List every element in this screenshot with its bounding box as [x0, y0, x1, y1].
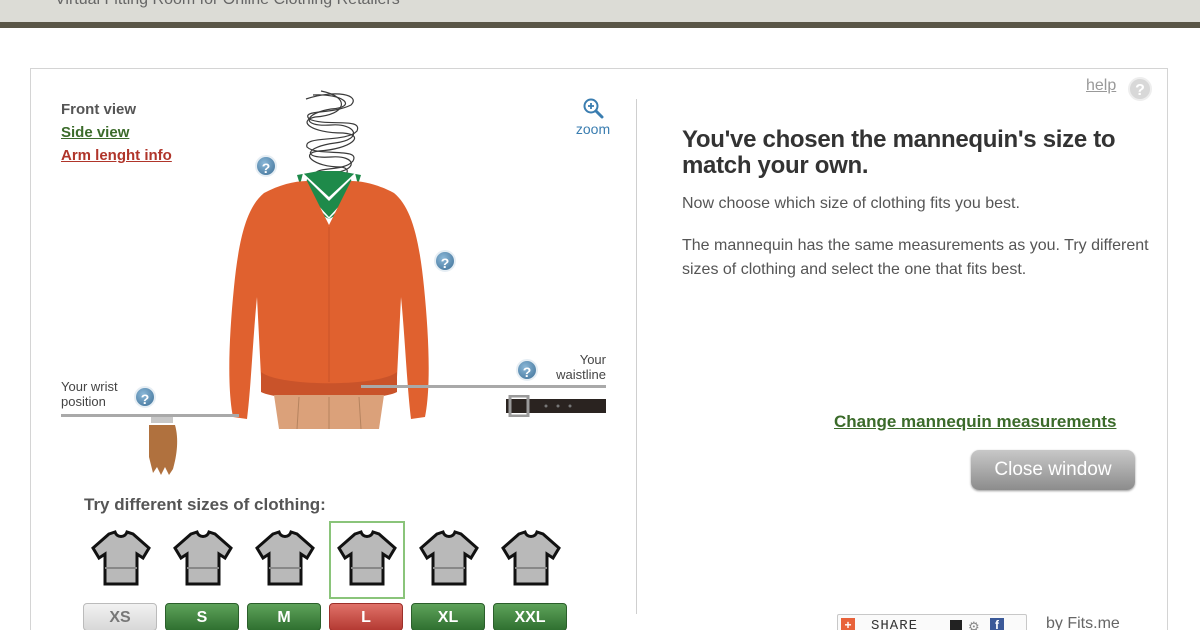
size-option[interactable]: XXL [493, 521, 569, 630]
size-button-xs[interactable]: XS [83, 603, 157, 630]
panel-divider [636, 99, 637, 614]
size-option[interactable]: M [247, 521, 323, 630]
facebook-icon[interactable]: f [990, 618, 1004, 630]
shirt-icon [91, 530, 151, 586]
size-button-xxl[interactable]: XXL [493, 603, 567, 630]
top-banner: Virtual Fitting Room for Online Clothing… [0, 0, 1200, 28]
powered-by-label: by Fits.me [1046, 615, 1120, 630]
sizes-title: Try different sizes of clothing: [84, 495, 326, 514]
info-headline: You've chosen the mannequin's size to ma… [682, 126, 1116, 179]
size-button-xl[interactable]: XL [411, 603, 485, 630]
addthis-plus-icon: + [841, 618, 855, 630]
info-instruction: Now choose which size of clothing fits y… [682, 195, 1020, 212]
size-button-s[interactable]: S [165, 603, 239, 630]
shirt-icon [337, 530, 397, 586]
shirt-icon [255, 530, 315, 586]
chest-help-icon[interactable]: ? [434, 250, 456, 272]
share-label: SHARE [871, 618, 919, 630]
shirt-icon [173, 530, 233, 586]
shirt-thumbnail-selected[interactable] [329, 521, 405, 599]
digg-icon[interactable]: ⚙ [968, 619, 980, 630]
size-button-l[interactable]: L [329, 603, 403, 630]
shirt-thumbnail[interactable] [247, 521, 323, 599]
waistline-indicator-line [361, 385, 606, 388]
shirt-thumbnail[interactable] [83, 521, 159, 599]
delicious-icon[interactable] [950, 620, 962, 630]
help-icon[interactable]: ? [1128, 77, 1152, 101]
size-option[interactable]: S [165, 521, 241, 630]
size-option[interactable]: XL [411, 521, 487, 630]
zoom-label: zoom [575, 121, 611, 137]
size-option[interactable]: XS [83, 521, 159, 630]
wrist-position-label: Your wrist position [61, 379, 118, 409]
share-button[interactable]: + SHARE ⚙ f [837, 614, 1027, 630]
mannequin-hand [149, 417, 178, 475]
shirt-icon [419, 530, 479, 586]
shirt-thumbnail[interactable] [493, 521, 569, 599]
change-measurements-link[interactable]: Change mannequin measurements [834, 412, 1116, 432]
mannequin-sweater [229, 171, 429, 430]
help-link[interactable]: help [1086, 77, 1116, 95]
shirt-icon [501, 530, 561, 586]
fitting-room-panel: Front view Side view Arm lenght info zoo… [30, 68, 1168, 630]
waist-help-icon[interactable]: ? [516, 359, 538, 381]
banner-title: Virtual Fitting Room for Online Clothing… [55, 0, 400, 9]
wrist-help-icon[interactable]: ? [134, 386, 156, 408]
belt-image [506, 395, 606, 417]
shirt-thumbnail[interactable] [165, 521, 241, 599]
side-view-link[interactable]: Side view [61, 124, 172, 141]
size-option-selected[interactable]: L [329, 521, 405, 630]
close-window-button[interactable]: Close window [971, 450, 1135, 490]
size-button-m[interactable]: M [247, 603, 321, 630]
view-links: Front view Side view Arm lenght info [61, 101, 172, 170]
front-view-link[interactable]: Front view [61, 101, 172, 118]
zoom-button[interactable]: zoom [571, 97, 615, 137]
arm-length-info-link[interactable]: Arm lenght info [61, 147, 172, 164]
info-description: The mannequin has the same measurements … [682, 237, 1149, 278]
waistline-label: Your waistline [556, 352, 606, 382]
head-help-icon[interactable]: ? [255, 155, 277, 177]
shirt-thumbnail[interactable] [411, 521, 487, 599]
zoom-icon [583, 98, 604, 119]
